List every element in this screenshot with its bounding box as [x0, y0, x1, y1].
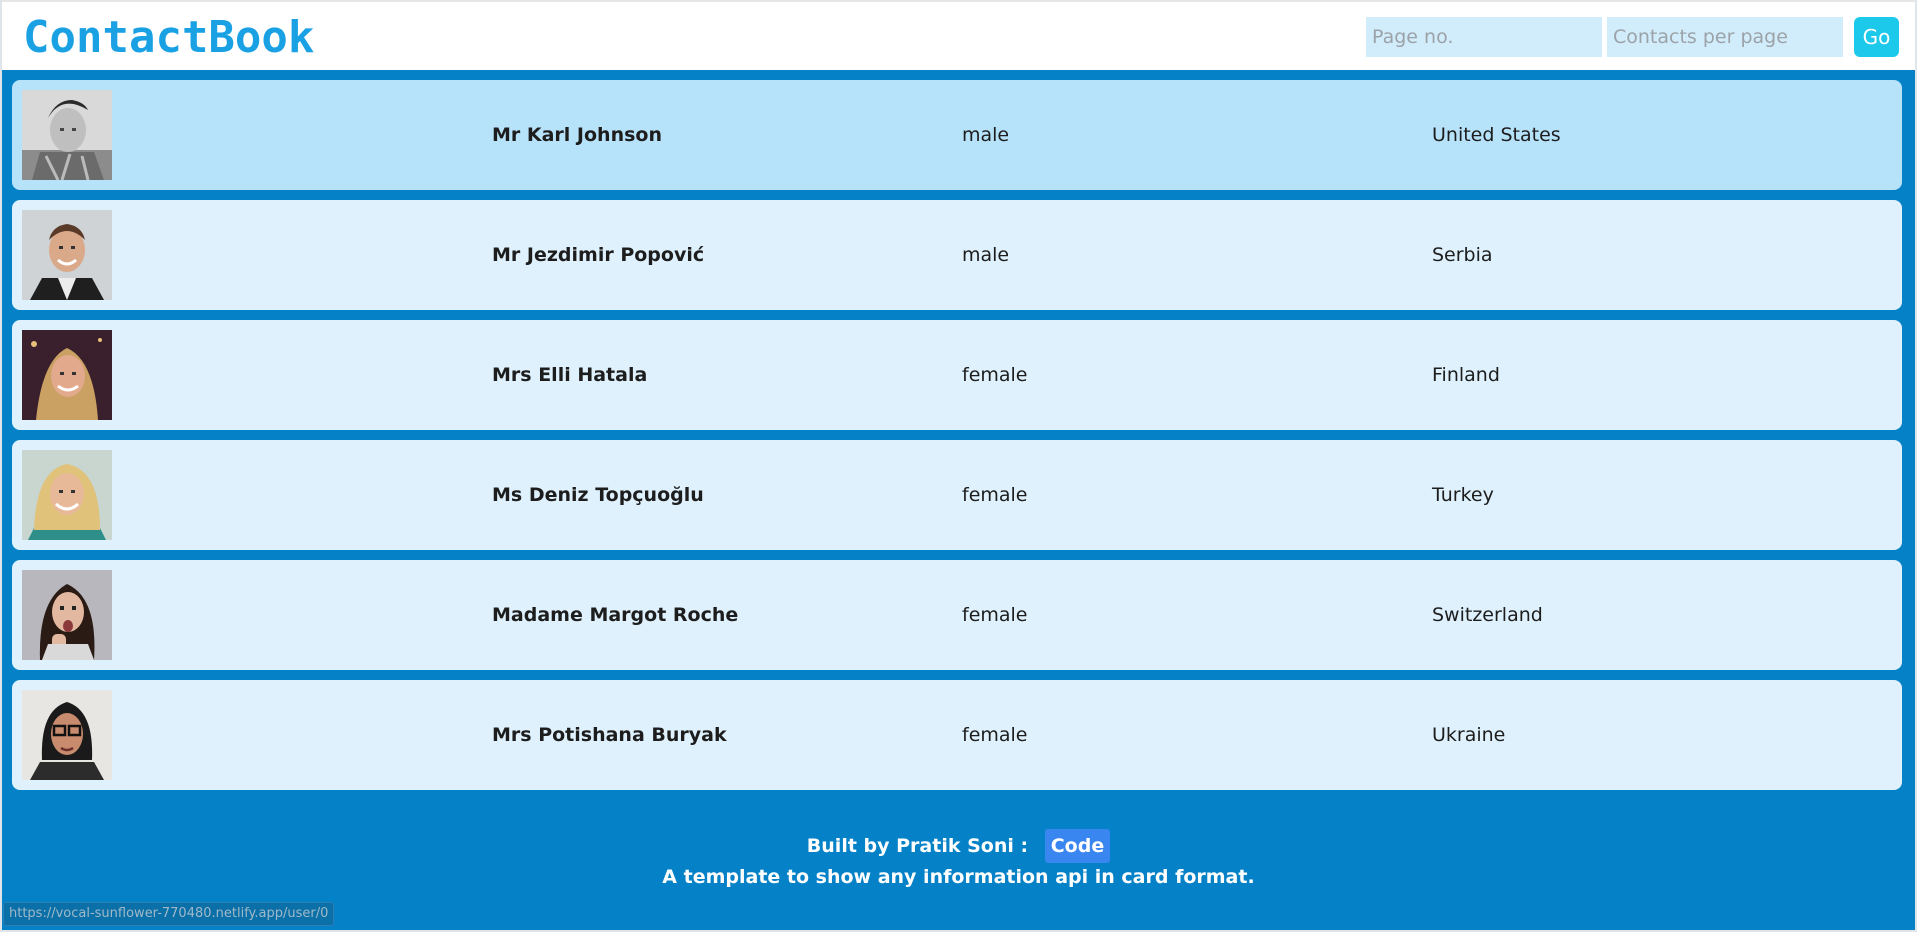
contact-gender: male [962, 244, 1010, 266]
avatar [22, 690, 112, 780]
brand-logo[interactable]: ContactBook [23, 12, 314, 63]
contact-card[interactable]: Madame Margot Roche female Switzerland [12, 560, 1902, 670]
contact-gender: female [962, 484, 1028, 506]
status-bar-url: https://vocal-sunflower-770480.netlify.a… [3, 902, 335, 926]
contact-gender: male [962, 124, 1010, 146]
avatar [22, 450, 112, 540]
contact-name: Mrs Potishana Buryak [492, 724, 727, 746]
footer: Built by Pratik Soni : Code A template t… [0, 828, 1917, 890]
footer-credit-line: Built by Pratik Soni : Code [0, 828, 1917, 864]
contact-country: Ukraine [1432, 724, 1506, 746]
contact-name: Mrs Elli Hatala [492, 364, 648, 386]
avatar [22, 90, 112, 180]
contact-card[interactable]: Mr Jezdimir Popović male Serbia [12, 200, 1902, 310]
avatar [22, 570, 112, 660]
contact-name: Mr Jezdimir Popović [492, 244, 705, 266]
page-number-input[interactable] [1366, 17, 1602, 57]
contact-gender: female [962, 724, 1028, 746]
contact-list: Mr Karl Johnson male United States Mr Je… [12, 80, 1902, 800]
contact-card[interactable]: Ms Deniz Topçuoğlu female Turkey [12, 440, 1902, 550]
contact-gender: female [962, 364, 1028, 386]
contact-country: Turkey [1432, 484, 1494, 506]
contact-card[interactable]: Mrs Potishana Buryak female Ukraine [12, 680, 1902, 790]
contact-name: Mr Karl Johnson [492, 124, 662, 146]
avatar [22, 330, 112, 420]
footer-tagline: A template to show any information api i… [662, 866, 1255, 888]
header-bar: ContactBook Go [2, 0, 1915, 70]
contact-country: Switzerland [1432, 604, 1543, 626]
contact-name: Ms Deniz Topçuoğlu [492, 484, 704, 506]
code-link-button[interactable]: Code [1044, 829, 1111, 863]
contact-gender: female [962, 604, 1028, 626]
contact-country: Serbia [1432, 244, 1493, 266]
contact-country: Finland [1432, 364, 1500, 386]
contact-country: United States [1432, 124, 1561, 146]
built-by-text: Built by Pratik Soni : [806, 835, 1029, 857]
go-button[interactable]: Go [1854, 17, 1899, 57]
contact-name: Madame Margot Roche [492, 604, 739, 626]
contact-card[interactable]: Mrs Elli Hatala female Finland [12, 320, 1902, 430]
contact-card[interactable]: Mr Karl Johnson male United States [12, 80, 1902, 190]
avatar [22, 210, 112, 300]
contacts-per-page-input[interactable] [1607, 17, 1843, 57]
